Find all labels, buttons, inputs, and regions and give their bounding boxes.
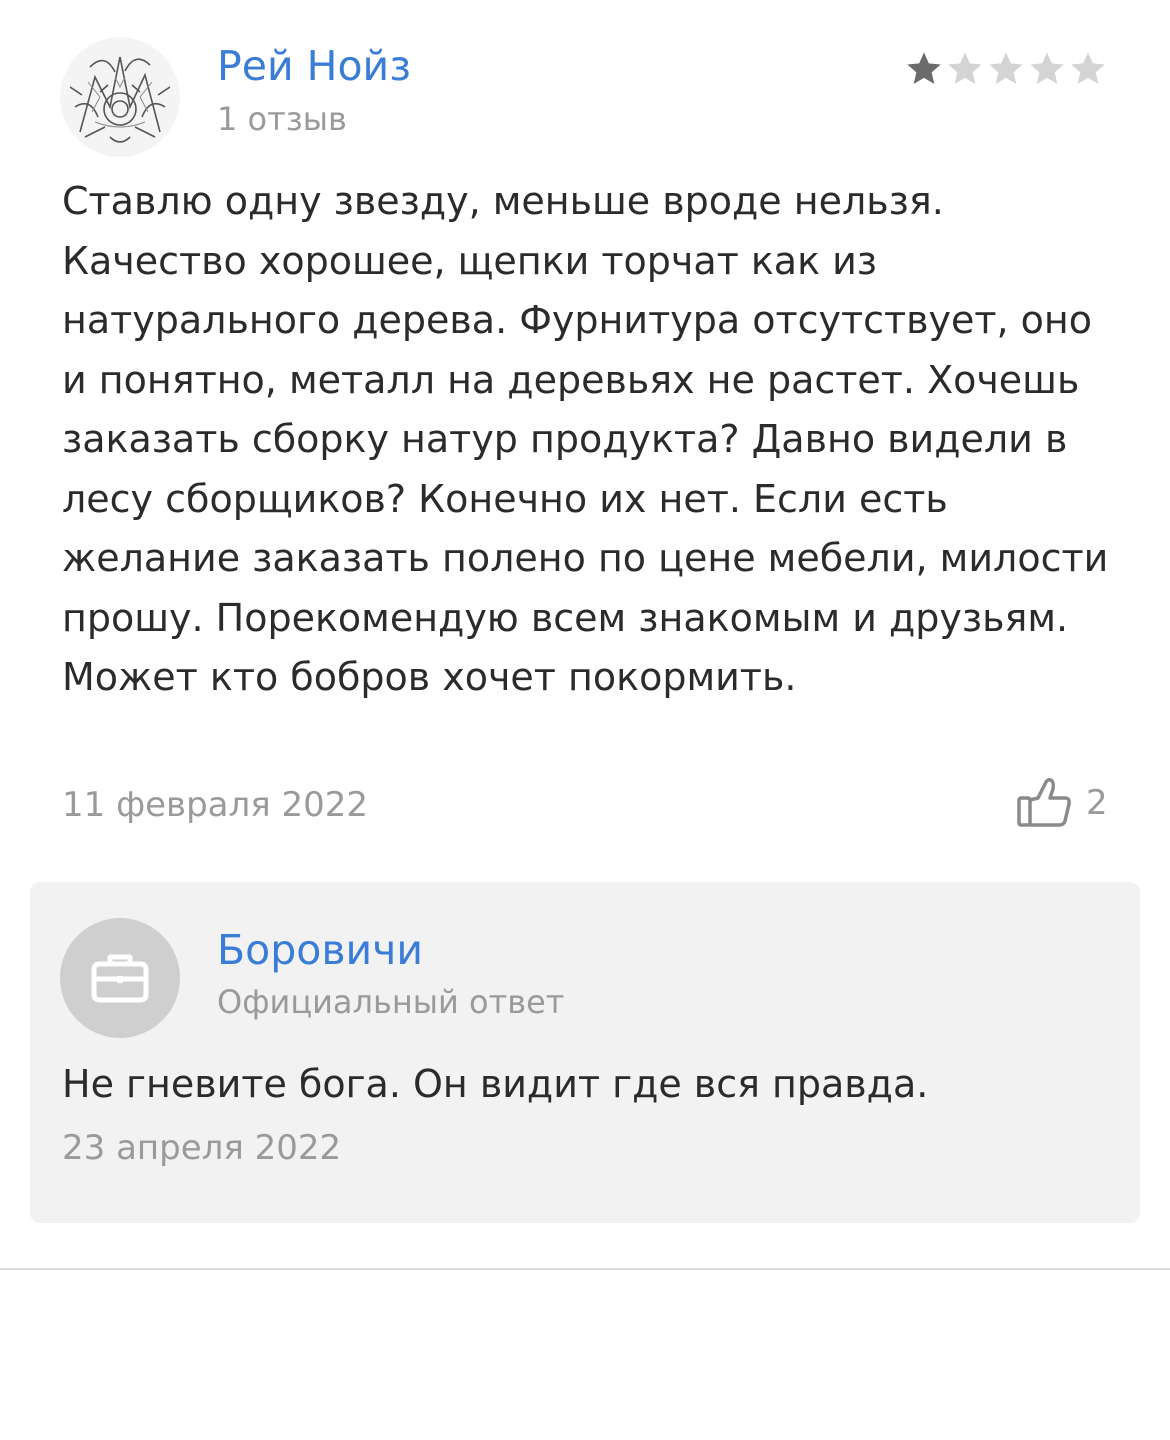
sketch-avatar-icon xyxy=(60,37,180,157)
star-empty-icon xyxy=(989,52,1023,84)
briefcase-icon xyxy=(91,954,149,1003)
review-text: Ставлю одну звезду, меньше вроде нельзя.… xyxy=(62,179,1109,699)
star-filled-icon xyxy=(907,52,941,84)
divider xyxy=(0,1268,1170,1270)
org-name[interactable]: Боровичи xyxy=(217,924,423,976)
org-avatar[interactable] xyxy=(60,918,180,1038)
thumbs-up-icon xyxy=(1017,777,1071,827)
reply-text: Не гневите бога. Он видит где вся правда… xyxy=(62,1062,929,1106)
like-count: 2 xyxy=(1086,783,1108,823)
official-reply: Боровичи Официальный ответ Не гневите бо… xyxy=(30,882,1140,1223)
star-rating xyxy=(904,49,1110,89)
star-empty-icon xyxy=(1030,52,1064,84)
like-button[interactable]: 2 xyxy=(1016,772,1116,832)
author-name[interactable]: Рей Нойз xyxy=(217,40,411,92)
reply-date: 23 апреля 2022 xyxy=(62,1128,342,1168)
star-empty-icon xyxy=(1071,52,1105,84)
star-empty-icon xyxy=(948,52,982,84)
author-review-count[interactable]: 1 отзыв xyxy=(217,98,347,140)
author-avatar[interactable] xyxy=(60,37,180,157)
official-reply-label: Официальный ответ xyxy=(217,983,565,1021)
review-date: 11 февраля 2022 xyxy=(62,785,369,825)
